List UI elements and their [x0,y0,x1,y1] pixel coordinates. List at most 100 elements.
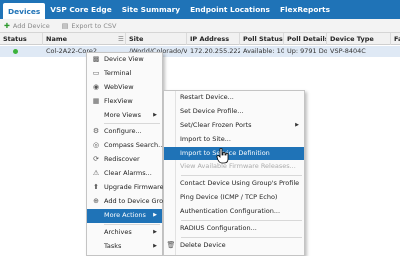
poll-status-cell: Available: 10... [243,47,284,55]
export-icon: ▤ [61,21,69,30]
menu-label: More Actions [104,210,146,219]
submenu-item-delete-device[interactable]: 🗑 Delete Device [164,239,304,253]
add-device-button[interactable]: ✚ Add Device [4,22,50,30]
add-device-label: Add Device [12,21,50,30]
flexview-icon: ▦ [92,96,100,105]
menu-item-terminal[interactable]: ▭ Terminal [87,67,162,81]
table-header: Status Name Site IP Address Poll Status … [0,33,400,45]
top-navigation: Devices VSP Core Edge Site Summary Endpo… [0,0,400,19]
menu-item-compass-search[interactable]: ◎ Compass Search... [87,139,165,153]
menu-item-archives[interactable]: Archives ▶ [87,226,162,240]
poll-details-cell: Up: 9791 Do... [287,47,327,55]
menu-label: Set/Clear Frozen Ports [180,120,252,129]
upgrade-icon: ⬆ [93,183,99,192]
menu-label: Terminal [104,68,132,77]
gear-icon: ⚙ [92,127,100,136]
submenu-item-contact-device[interactable]: Contact Device Using Group's Profile [164,177,304,191]
tab-devices[interactable]: Devices [3,3,46,19]
menu-label: RADIUS Configuration... [180,224,257,233]
column-header-fa[interactable]: Fa [391,33,400,45]
menu-label: View Available Firmware Releases... [180,162,296,171]
device-type-cell: VSP-8404C [330,47,366,55]
status-ok-icon [13,48,18,54]
menu-separator [181,175,302,177]
menu-label: Restart Device... [180,93,234,101]
submenu-item-view-firmware-releases: View Available Firmware Releases... [164,160,304,174]
menu-label: Upgrade Firmware... [104,183,170,192]
column-menu-icon[interactable]: ☰ [118,33,124,45]
webview-icon: ◉ [92,82,100,91]
menu-label: Device View [104,55,144,63]
rediscover-icon: ⟳ [93,155,99,164]
export-csv-button[interactable]: ▤ Export to CSV [62,22,117,30]
column-header-device-type[interactable]: Device Type [327,33,391,45]
tab-vsp-core-edge[interactable]: VSP Core Edge [45,0,116,19]
menu-item-more-actions[interactable]: More Actions ▶ [87,208,162,223]
submenu-arrow-icon: ▶ [153,242,157,249]
menu-label: Compass Search... [104,141,165,150]
submenu-arrow-icon: ▶ [153,211,157,218]
menu-item-clear-alarms[interactable]: ⚠ Clear Alarms... [87,167,162,181]
submenu-arrow-icon: ▶ [295,121,299,128]
column-header-ip-address[interactable]: IP Address [187,33,240,45]
submenu-item-ping-device[interactable]: Ping Device (ICMP / TCP Echo) [164,191,304,205]
menu-label: Set Device Profile... [180,106,244,115]
tab-flexreports[interactable]: FlexReports [275,0,335,19]
menu-separator [104,123,160,125]
delete-icon: 🗑 [166,240,176,249]
ip-address-cell: 172.20.255.222 [190,47,240,55]
plus-icon: ✚ [4,21,10,30]
hand-cursor-icon [216,148,229,164]
menu-label: Configure... [104,127,142,136]
submenu-item-restart-device[interactable]: Restart Device... [164,91,304,105]
menu-label: Archives [104,227,132,236]
clear-alarms-icon: ⚠ [92,169,100,178]
terminal-icon: ▭ [92,68,100,77]
column-header-name[interactable]: Name [43,33,126,45]
compass-icon: ◎ [92,141,100,150]
menu-item-device-view[interactable]: ▩ Device View [87,53,162,67]
menu-item-flexview[interactable]: ▦ FlexView [87,95,162,109]
submenu-item-authentication-configuration[interactable]: Authentication Configuration... [164,205,304,219]
submenu-arrow-icon: ▶ [153,228,157,235]
menu-separator [181,220,302,222]
add-group-icon: ⊕ [93,196,99,205]
submenu-arrow-icon: ▶ [153,111,157,118]
menu-label: Import to Site... [180,134,231,143]
device-view-icon: ▩ [92,55,100,63]
menu-label: FlexView [104,96,133,105]
column-header-poll-status[interactable]: Poll Status [240,33,284,45]
menu-label: Tasks [104,241,122,250]
menu-label: Rediscover [104,155,140,164]
table-row[interactable]: Col-2A22-Core2 /World/Colorado/VSP... 17… [0,46,400,57]
submenu-item-radius-configuration[interactable]: RADIUS Configuration... [164,222,304,236]
submenu-item-set-device-profile[interactable]: Set Device Profile... [164,105,304,119]
menu-label: Authentication Configuration... [180,207,281,216]
more-actions-submenu: Restart Device... Set Device Profile... … [163,90,305,256]
status-cell [0,46,43,57]
tab-endpoint-locations[interactable]: Endpoint Locations [185,0,275,19]
menu-separator [104,223,160,225]
export-csv-label: Export to CSV [71,21,117,30]
submenu-item-import-to-service-definition[interactable]: Import to Service Definition [164,146,304,161]
menu-label: More Views [104,110,141,119]
column-header-site[interactable]: Site [126,33,187,45]
menu-item-configure[interactable]: ⚙ Configure... [87,125,162,139]
device-context-menu: ▩ Device View ▭ Terminal ◉ WebView ▦ FlexVie… [86,52,178,256]
menu-item-add-to-device-group[interactable]: ⊕ Add to Device Group... [87,195,177,209]
menu-item-rediscover[interactable]: ⟳ Rediscover [87,153,162,167]
tab-site-summary[interactable]: Site Summary [117,0,185,19]
menu-label: Delete Device [180,240,226,249]
menu-item-upgrade-firmware[interactable]: ⬆ Upgrade Firmware... [87,181,170,195]
submenu-item-import-to-site[interactable]: Import to Site... [164,133,304,147]
menu-item-more-views[interactable]: More Views ▶ [87,109,162,123]
menu-item-tasks[interactable]: Tasks ▶ [87,240,162,254]
menu-label: Ping Device (ICMP / TCP Echo) [180,193,278,202]
menu-separator [181,236,302,238]
menu-label: WebView [104,82,134,91]
menu-item-webview[interactable]: ◉ WebView [87,81,162,95]
column-header-poll-details[interactable]: Poll Details [284,33,327,45]
column-header-status[interactable]: Status [0,33,43,45]
menu-label: Clear Alarms... [104,169,152,178]
submenu-item-frozen-ports[interactable]: Set/Clear Frozen Ports ▶ [164,119,304,133]
